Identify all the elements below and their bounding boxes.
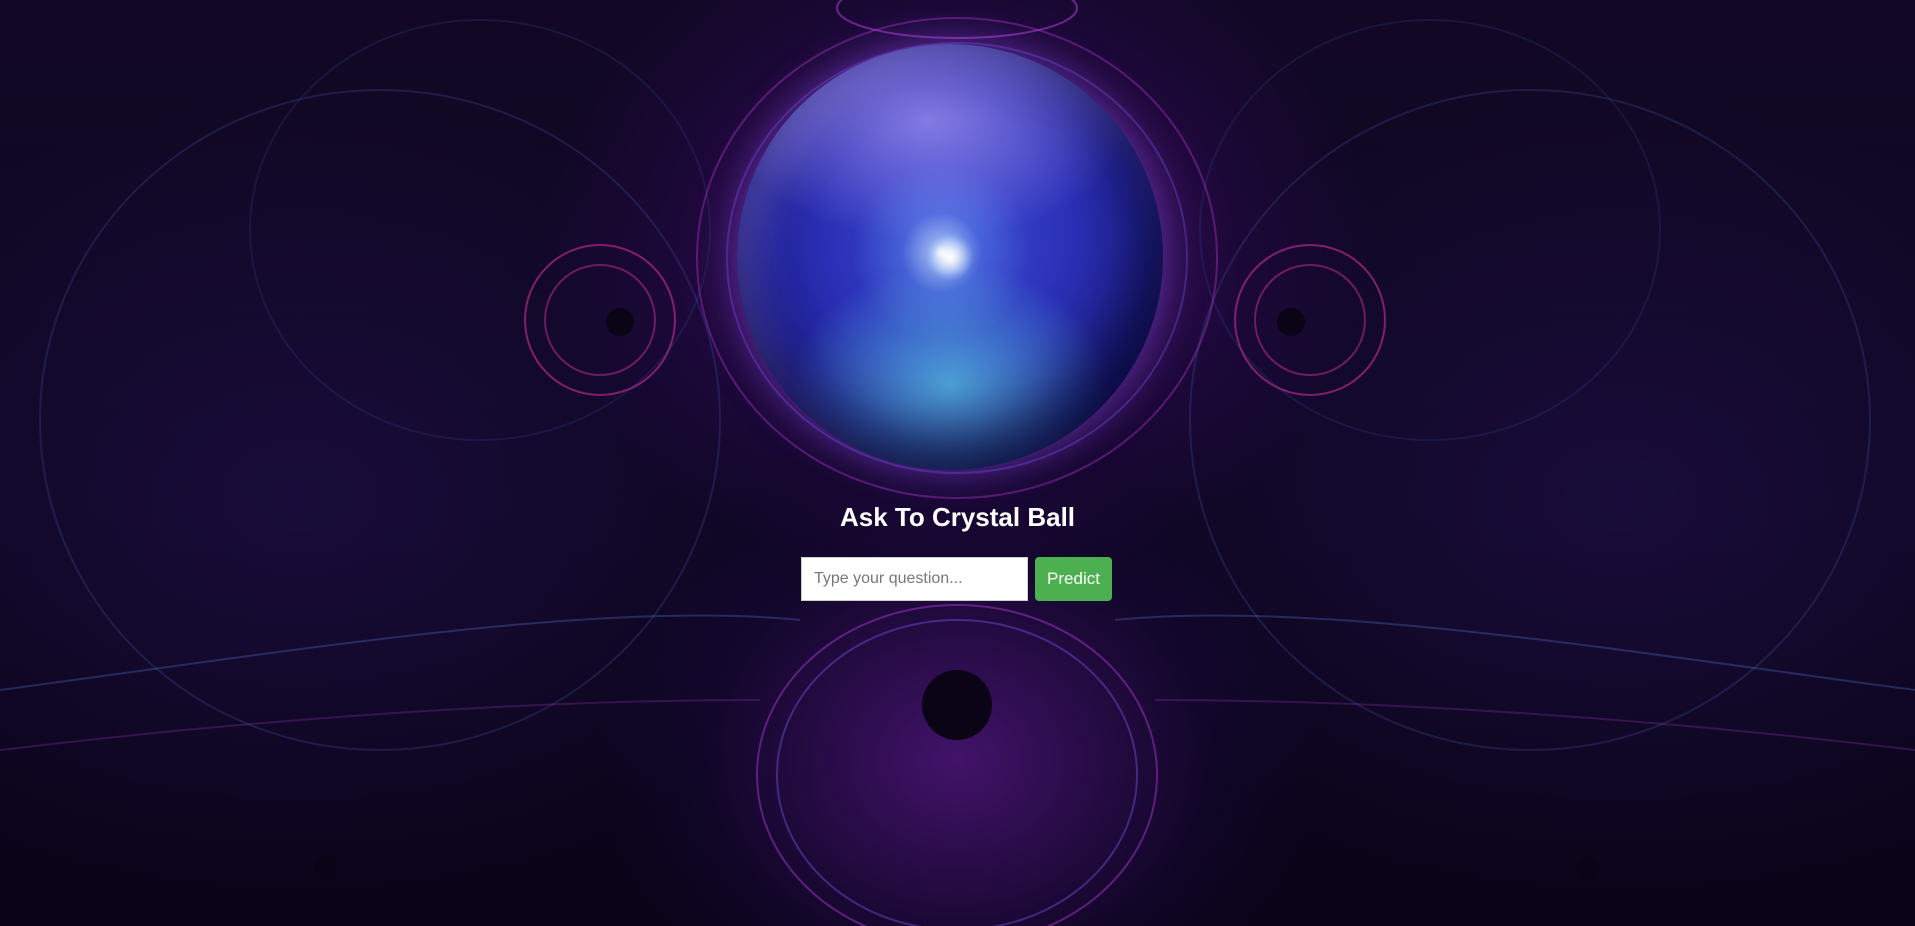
page-background: Ask To Crystal Ball Predict	[0, 0, 1915, 926]
page-title: Ask To Crystal Ball	[839, 502, 1076, 532]
question-form: Predict	[801, 557, 1112, 601]
crystal-ball-glow	[927, 234, 973, 280]
crystal-ball-image	[737, 44, 1163, 470]
predict-button[interactable]: Predict	[1035, 557, 1112, 601]
question-input[interactable]	[801, 557, 1028, 601]
